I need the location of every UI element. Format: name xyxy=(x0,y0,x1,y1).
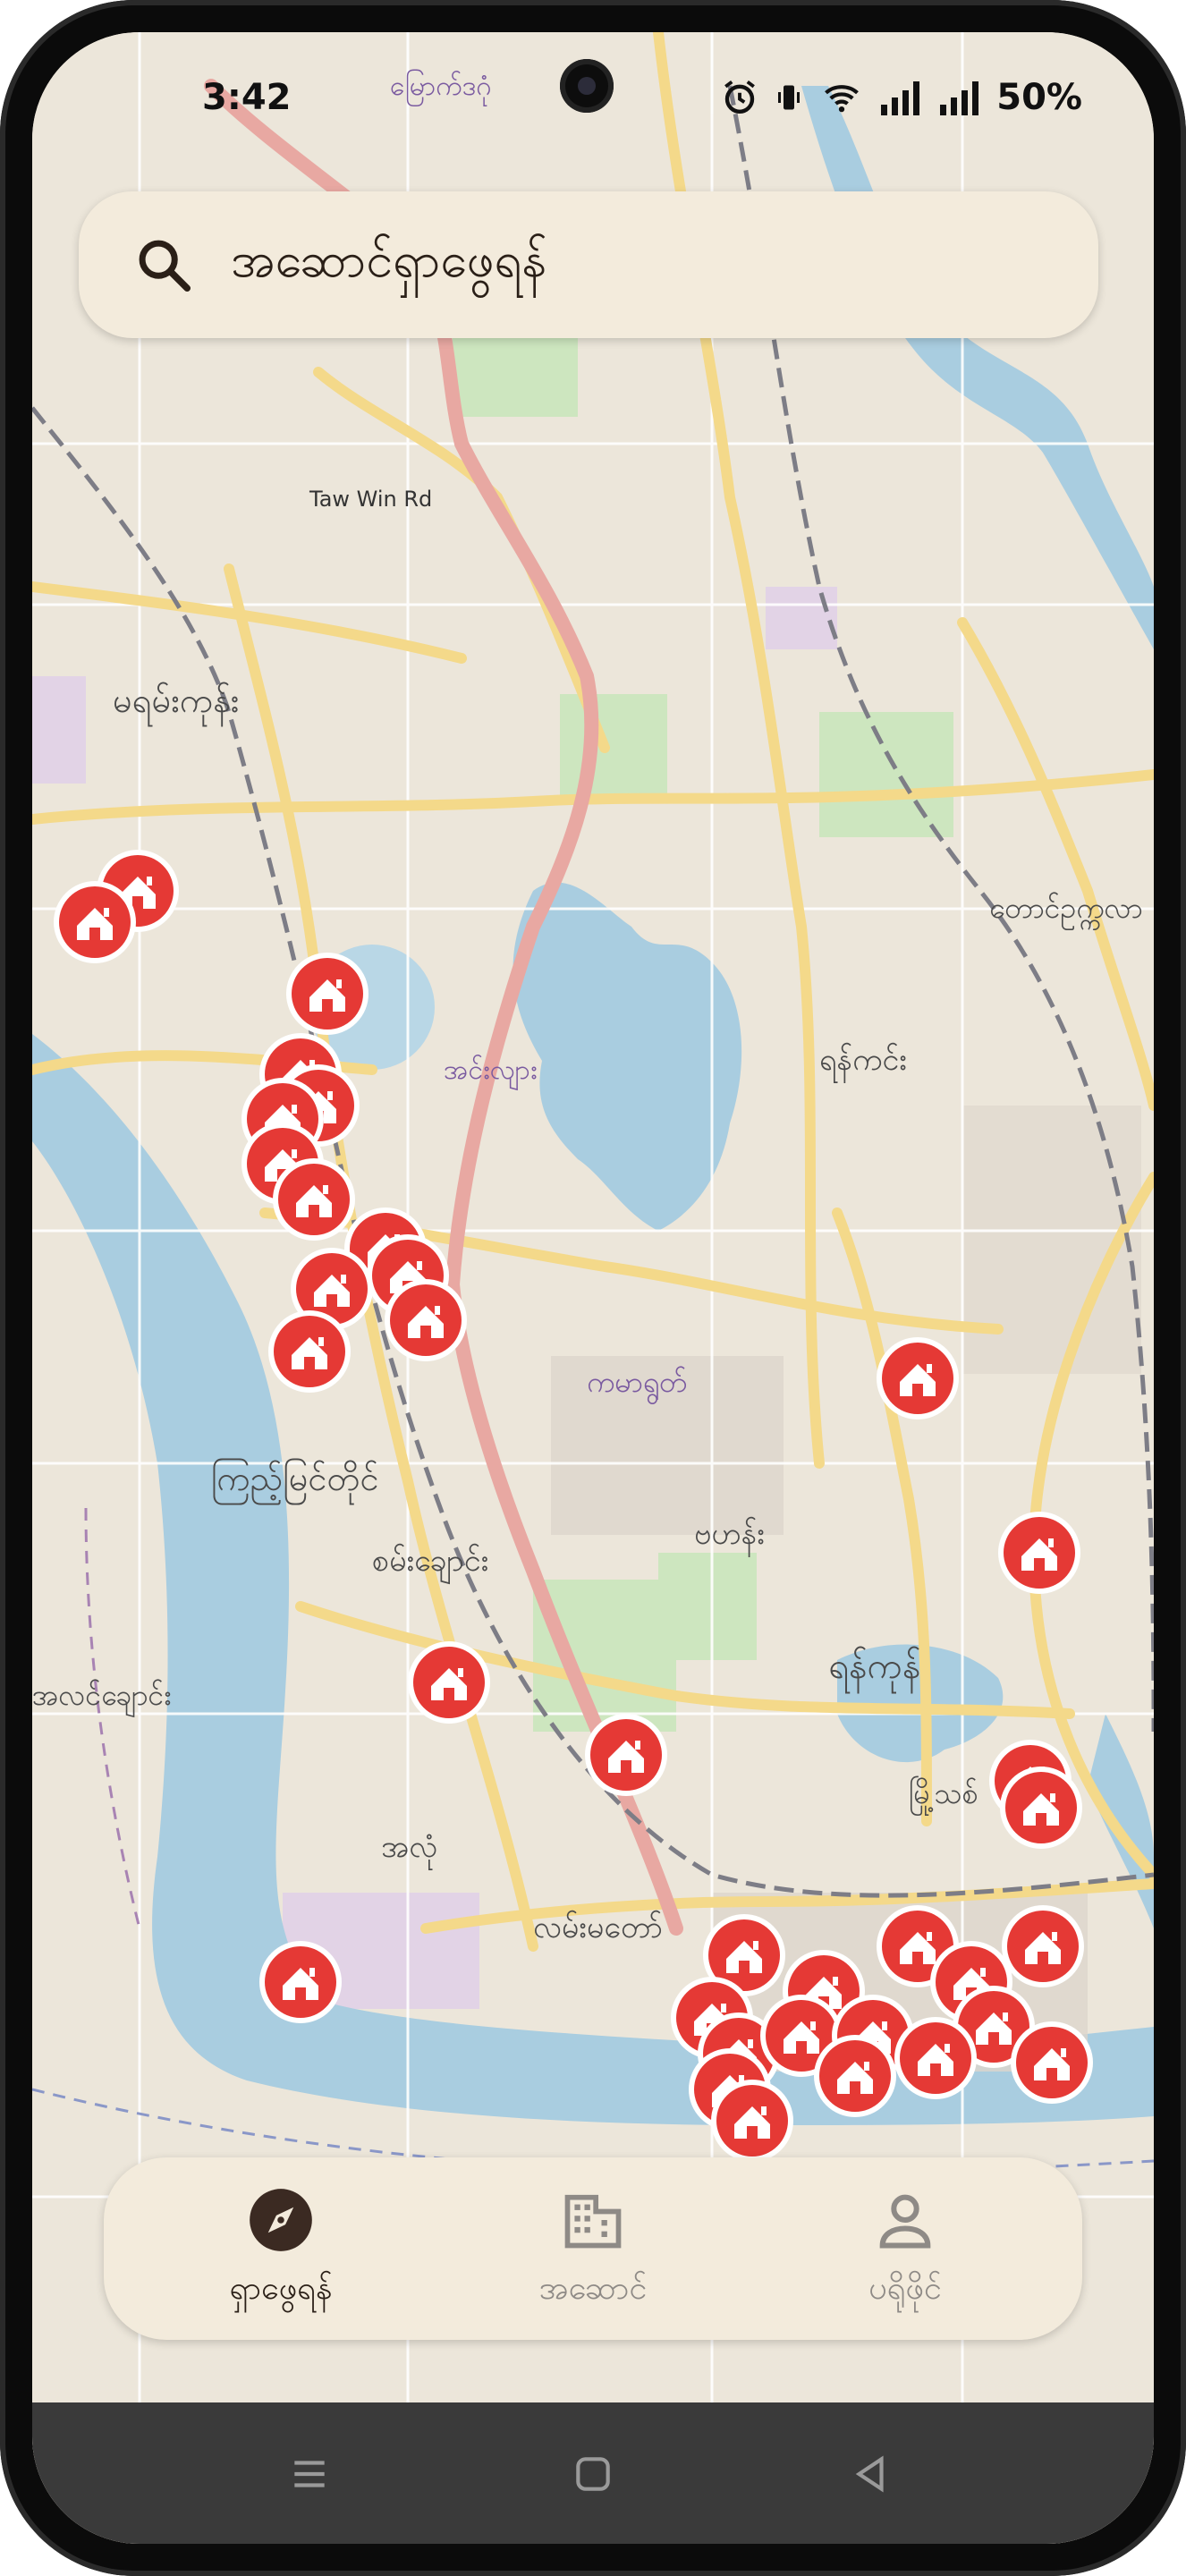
vibrate-icon xyxy=(778,85,801,110)
house-marker-icon[interactable] xyxy=(585,1714,667,1796)
map-label: စမ်းချောင်း xyxy=(372,1543,488,1584)
park-area xyxy=(560,694,667,801)
nav-item-profile[interactable]: ပရိုဖိုင် xyxy=(771,2186,1039,2315)
signal-icon xyxy=(940,81,979,115)
house-marker-icon[interactable] xyxy=(54,881,136,963)
nav-item-hostels[interactable]: အဆောင် xyxy=(459,2186,727,2315)
back-icon[interactable] xyxy=(848,2452,893,2496)
house-marker-icon[interactable] xyxy=(877,1337,959,1419)
recents-icon[interactable] xyxy=(287,2452,332,2496)
map-label: အင်းလျား xyxy=(444,1055,538,1091)
signal-icon xyxy=(881,81,920,115)
house-marker-icon[interactable] xyxy=(1002,1905,1084,1987)
bottom-navigation: ရှာဖွေရန် အဆောင် ပရိုဖိုင် xyxy=(104,2157,1082,2340)
status-icons: 50% xyxy=(721,77,1082,118)
nav-label-hostels: အဆောင် xyxy=(538,2270,648,2307)
nav-item-explore[interactable]: ရှာဖွေရန် xyxy=(147,2186,415,2315)
park-area xyxy=(658,1553,757,1660)
map-label: ကမာရွတ် xyxy=(587,1365,687,1404)
house-marker-icon[interactable] xyxy=(1011,2021,1093,2104)
status-bar: 3:42 50% xyxy=(32,68,1154,140)
search-input[interactable]: အဆောင်ရှာဖွေရန် xyxy=(231,230,546,301)
building-icon xyxy=(564,2194,622,2249)
house-marker-icon[interactable] xyxy=(259,1941,342,2023)
map-label: လမ်းမတော် xyxy=(533,1910,663,1945)
phone-frame: မြောက်ဒဂုံ မရမ်းကုန်း ကြည့်မြင်တိုင် စမ်… xyxy=(0,0,1186,2576)
home-icon[interactable] xyxy=(571,2452,615,2496)
wifi-icon xyxy=(825,85,860,113)
house-marker-icon[interactable] xyxy=(385,1279,467,1361)
house-marker-icon[interactable] xyxy=(998,1512,1080,1594)
search-icon xyxy=(139,240,191,292)
map-label: တောင်ဥက္ကလာ xyxy=(989,891,1143,930)
nav-label-explore: ရှာဖွေရန် xyxy=(229,2270,333,2307)
alarm-icon xyxy=(724,80,756,114)
house-marker-icon[interactable] xyxy=(408,1641,490,1724)
nav-label-profile: ပရိုဖိုင် xyxy=(868,2270,942,2307)
map-label: အလုံ xyxy=(381,1829,437,1870)
map-label: အလင်ချောင်း xyxy=(32,1678,171,1717)
screen: မြောက်ဒဂုံ မရမ်းကုန်း ကြည့်မြင်တိုင် စမ်… xyxy=(32,32,1154,2544)
compass-icon xyxy=(250,2189,312,2251)
battery-percent: 50% xyxy=(996,77,1082,118)
house-marker-icon[interactable] xyxy=(814,2035,896,2117)
status-time: 3:42 xyxy=(202,77,292,118)
search-bar[interactable]: အဆောင်ရှာဖွေရန် xyxy=(79,191,1098,338)
house-marker-icon[interactable] xyxy=(286,953,369,1035)
park-area xyxy=(819,712,953,837)
house-marker-icon[interactable] xyxy=(711,2080,793,2162)
park-area xyxy=(533,1580,676,1732)
map-label: မြို့သစ် xyxy=(909,1776,978,1816)
house-marker-icon[interactable] xyxy=(273,1158,355,1241)
map-label: ရန်ကုန် xyxy=(828,1646,921,1694)
map-label: ဗဟန်း xyxy=(694,1516,765,1557)
system-navigation-bar xyxy=(32,2402,1154,2544)
house-marker-icon[interactable] xyxy=(1000,1767,1082,1849)
house-marker-icon[interactable] xyxy=(268,1310,351,1393)
person-icon xyxy=(879,2194,931,2249)
map-label: ရန်ကင်း xyxy=(819,1042,907,1083)
map-label: Taw Win Rd xyxy=(309,487,432,512)
house-marker-icon[interactable] xyxy=(894,2017,977,2099)
